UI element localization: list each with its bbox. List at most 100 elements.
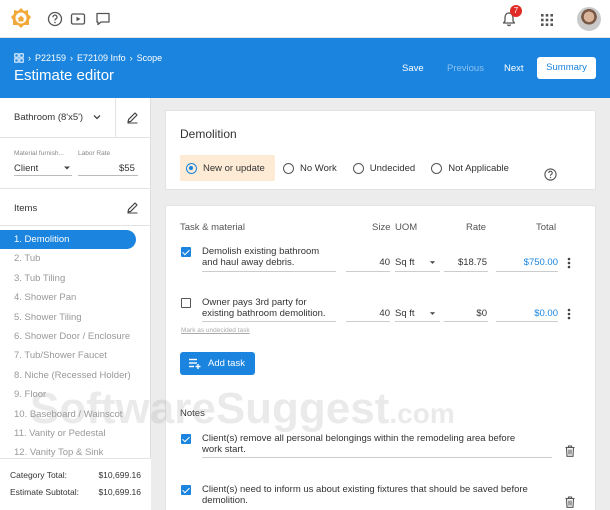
column-header-rate: Rate bbox=[466, 222, 487, 233]
column-header-task: Task & material bbox=[180, 222, 245, 233]
note-text[interactable]: Client(s) need to inform us about existi… bbox=[202, 484, 528, 506]
breadcrumb-estimate[interactable]: E72109 Info bbox=[77, 53, 126, 63]
task-size[interactable]: 40 bbox=[346, 257, 390, 268]
category-item-shower-tiling[interactable]: 5. Shower Tiling bbox=[0, 308, 136, 327]
material-furnish-label: Material furnish... bbox=[14, 150, 64, 157]
task-line: and haul away debris. bbox=[202, 257, 295, 268]
edit-items-pencil-icon[interactable] bbox=[126, 201, 139, 214]
category-item-shower-door[interactable]: 6. Shower Door / Enclosure bbox=[0, 327, 136, 346]
sidebar: Bathroom (8'x5') Material furnish... Cli… bbox=[0, 98, 151, 510]
room-label: Bathroom (8'x5') bbox=[14, 112, 84, 123]
dashboard-icon[interactable] bbox=[14, 53, 24, 63]
radio-icon bbox=[352, 162, 364, 174]
video-icon[interactable] bbox=[70, 11, 86, 27]
task-uom[interactable]: Sq ft bbox=[395, 257, 415, 268]
more-options-icon[interactable] bbox=[567, 308, 571, 320]
add-task-button[interactable]: Add task bbox=[180, 352, 255, 375]
apps-grid-icon[interactable] bbox=[540, 13, 554, 27]
task-checkbox-checked[interactable] bbox=[181, 247, 191, 257]
help-icon[interactable] bbox=[47, 11, 63, 27]
option-undecided[interactable]: Undecided bbox=[347, 155, 421, 181]
category-item-demolition[interactable]: 1. Demolition bbox=[0, 230, 136, 249]
scope-radio-group: New or update No Work Undecided Not Appl… bbox=[180, 155, 515, 181]
radio-icon bbox=[431, 162, 443, 174]
edit-room-pencil-icon[interactable] bbox=[126, 111, 139, 124]
chevron-down-icon[interactable] bbox=[92, 112, 102, 122]
trash-icon[interactable] bbox=[565, 445, 575, 457]
task-checkbox-unchecked[interactable] bbox=[181, 298, 191, 308]
category-item-vanity[interactable]: 11. Vanity or Pedestal bbox=[0, 424, 136, 443]
task-underline bbox=[202, 271, 336, 272]
category-item-tub-tiling[interactable]: 3. Tub Tiling bbox=[0, 269, 136, 288]
task-description[interactable]: Demolish existing bathroom and haul away… bbox=[202, 246, 319, 268]
summary-button[interactable]: Summary bbox=[537, 57, 596, 79]
breadcrumb-scope[interactable]: Scope bbox=[137, 53, 163, 63]
size-underline bbox=[346, 321, 390, 322]
task-size[interactable]: 40 bbox=[346, 308, 390, 319]
labor-rate-value[interactable]: $55 bbox=[119, 163, 135, 174]
option-label: New or update bbox=[203, 162, 265, 174]
tasks-card: Task & material Size UOM Rate Total Demo… bbox=[165, 205, 596, 510]
next-button[interactable]: Next bbox=[504, 63, 524, 74]
room-selector[interactable]: Bathroom (8'x5') bbox=[0, 98, 151, 138]
task-uom[interactable]: Sq ft bbox=[395, 308, 415, 319]
task-line: existing bathroom demolition. bbox=[202, 308, 326, 319]
note-checkbox-checked[interactable] bbox=[181, 485, 191, 495]
avatar[interactable] bbox=[577, 7, 601, 31]
labor-rate-label: Labor Rate bbox=[78, 150, 111, 157]
note-line: Client(s) remove all personal belongings… bbox=[202, 433, 516, 444]
uom-underline bbox=[395, 321, 440, 322]
notes-label: Notes bbox=[180, 408, 205, 419]
task-rate[interactable]: $18.75 bbox=[444, 257, 487, 268]
mark-undecided-link[interactable]: Mark as undecided task bbox=[181, 327, 250, 334]
labor-rate-underline bbox=[78, 175, 138, 176]
column-header-size: Size bbox=[372, 222, 391, 233]
task-description[interactable]: Owner pays 3rd party for existing bathro… bbox=[202, 297, 326, 319]
task-rate[interactable]: $0 bbox=[444, 308, 487, 319]
note-checkbox-checked[interactable] bbox=[181, 434, 191, 444]
top-bar: 7 bbox=[0, 0, 610, 38]
demolition-card: Demolition New or update No Work Undecid… bbox=[165, 110, 596, 190]
task-line: Demolish existing bathroom bbox=[202, 246, 320, 257]
uom-underline bbox=[395, 271, 440, 272]
note-line: Client(s) need to inform us about existi… bbox=[202, 484, 528, 495]
column-header-uom: UOM bbox=[395, 222, 418, 233]
note-text[interactable]: Client(s) remove all personal belongings… bbox=[202, 433, 515, 455]
estimate-subtotal-label: Estimate Subtotal: bbox=[10, 487, 79, 497]
category-item-tub[interactable]: 2. Tub bbox=[0, 249, 136, 268]
breadcrumb: › P22159 › E72109 Info › Scope bbox=[14, 53, 162, 63]
category-item-baseboard[interactable]: 10. Baseboard / Wainscot bbox=[0, 405, 136, 424]
category-item-faucet[interactable]: 7. Tub/Shower Faucet bbox=[0, 346, 136, 365]
option-label: No Work bbox=[300, 162, 337, 174]
note-line: work start. bbox=[202, 444, 246, 455]
size-underline bbox=[346, 271, 390, 272]
more-options-icon[interactable] bbox=[567, 257, 571, 269]
task-total: $750.00 bbox=[523, 257, 558, 268]
category-item-floor[interactable]: 9. Floor bbox=[0, 385, 136, 404]
save-button[interactable]: Save bbox=[402, 63, 424, 74]
category-item-niche[interactable]: 8. Niche (Recessed Holder) bbox=[0, 366, 136, 385]
previous-button[interactable]: Previous bbox=[447, 63, 484, 74]
add-task-label: Add task bbox=[208, 358, 245, 369]
rate-underline bbox=[444, 321, 488, 322]
option-label: Not Applicable bbox=[448, 162, 509, 174]
caret-down-icon[interactable] bbox=[429, 310, 436, 317]
option-not-applicable[interactable]: Not Applicable bbox=[425, 155, 515, 181]
chat-icon[interactable] bbox=[95, 11, 111, 27]
rate-underline bbox=[444, 271, 488, 272]
category-title: Demolition bbox=[180, 127, 237, 141]
radio-icon bbox=[283, 162, 294, 174]
total-underline bbox=[496, 271, 558, 272]
caret-down-icon[interactable] bbox=[429, 259, 436, 266]
breadcrumb-separator: › bbox=[28, 53, 31, 63]
option-no-work[interactable]: No Work bbox=[277, 155, 343, 181]
material-furnish-value[interactable]: Client bbox=[14, 163, 38, 174]
breadcrumb-project[interactable]: P22159 bbox=[35, 53, 66, 63]
category-item-shower-pan[interactable]: 4. Shower Pan bbox=[0, 288, 136, 307]
trash-icon[interactable] bbox=[565, 496, 575, 508]
option-new-or-update[interactable]: New or update bbox=[180, 155, 275, 181]
help-icon[interactable] bbox=[544, 168, 557, 181]
note-line: demolition. bbox=[202, 495, 248, 506]
app-logo-icon[interactable] bbox=[10, 7, 32, 29]
caret-down-icon[interactable] bbox=[63, 164, 71, 172]
